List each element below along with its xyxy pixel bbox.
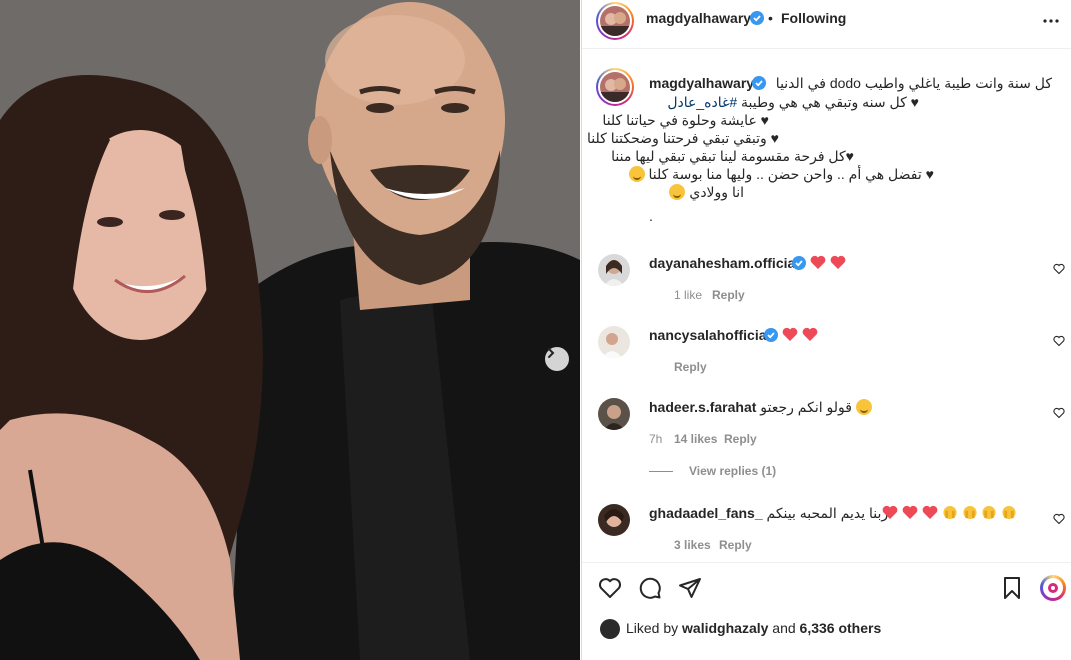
avatar[interactable]: [598, 504, 630, 536]
red-heart-icon: [830, 255, 846, 269]
post-username[interactable]: magdyalhawary: [646, 10, 751, 26]
story-circle-icon: [1048, 583, 1058, 593]
bookmark-icon[interactable]: [1000, 576, 1024, 600]
caption-line-2: ♥ كل سنه وتبقي هي هي وطيبة #غاده_عادل: [649, 94, 919, 111]
caption-line-4: ♥ وتبقي تبقي فرحتنا وضحكتنا كلنا: [587, 130, 779, 146]
comment-time[interactable]: 7h: [649, 432, 662, 446]
separator-dot: •: [768, 10, 773, 26]
liker-username[interactable]: walidghazaly: [682, 620, 768, 636]
post-action-bar: [582, 562, 1071, 610]
story-share-button[interactable]: [1040, 575, 1066, 601]
comment-text: قولو انكم رجعتو: [760, 399, 852, 415]
smiling-face-emoji-icon: [669, 184, 686, 200]
heart-outline-icon[interactable]: [1053, 335, 1065, 347]
comment-username[interactable]: hadeer.s.farahat: [649, 399, 756, 415]
red-heart-icon: [922, 505, 938, 519]
heart-outline-icon[interactable]: [1053, 407, 1065, 419]
avatar[interactable]: [598, 398, 630, 430]
more-horizontal-icon[interactable]: [1042, 12, 1060, 30]
paper-plane-icon[interactable]: [678, 576, 702, 600]
likes-prefix: Liked by: [626, 620, 679, 636]
avatar: [600, 72, 630, 102]
hands-over-face-emoji-icon: [1002, 505, 1016, 520]
verified-badge-icon: [752, 76, 766, 90]
comment-likes[interactable]: 14 likes: [674, 432, 717, 446]
reply-button[interactable]: Reply: [719, 538, 752, 552]
post-header: magdyalhawary • Following: [582, 0, 1071, 49]
next-photo-button[interactable]: [545, 347, 569, 371]
emoji-group: [882, 505, 1017, 521]
heart-outline-icon[interactable]: [1053, 263, 1065, 275]
red-heart-icon: [802, 327, 818, 341]
caption-line-2-text: ♥ كل سنه وتبقي هي هي وطيبة: [741, 94, 919, 110]
reply-button[interactable]: Reply: [724, 432, 757, 446]
caption-username[interactable]: magdyalhawary: [649, 75, 754, 91]
smiling-face-emoji-icon: [628, 166, 645, 182]
reply-button[interactable]: Reply: [712, 288, 745, 302]
reply-button[interactable]: Reply: [674, 360, 707, 374]
verified-badge-icon: [764, 328, 778, 342]
red-heart-icon: [902, 505, 918, 519]
red-heart-icon: [782, 327, 798, 341]
comment-username[interactable]: ghadaadel_fans_: [649, 505, 763, 521]
comment-username[interactable]: dayanahesham.official: [649, 255, 799, 271]
caption-story-ring[interactable]: [596, 68, 634, 106]
hands-over-face-emoji-icon: [963, 505, 977, 520]
comment-likes[interactable]: 1 like: [674, 288, 702, 302]
post-image-illustration: [0, 0, 580, 660]
chevron-right-icon: [548, 348, 555, 358]
avatar[interactable]: [598, 326, 630, 358]
likes-count[interactable]: 6,336 others: [800, 620, 882, 636]
hands-over-face-emoji-icon: [982, 505, 997, 520]
likes-summary: Liked by walidghazaly and 6,336 others: [626, 620, 881, 636]
hands-over-face-emoji-icon: [943, 505, 957, 520]
verified-badge-icon: [792, 256, 806, 270]
caption-line-5: ♥كل فرحة مقسومة لينا تبقي تبقي ليها مننا: [611, 148, 854, 164]
avatar[interactable]: [598, 254, 630, 286]
comment-username[interactable]: nancysalahofficial: [649, 327, 770, 343]
heart-emojis: [782, 327, 818, 343]
post-photo[interactable]: [0, 0, 580, 660]
caption-line-6-text: ♥ تفضل هي أم .. واحن حضن .. وليها منا بو…: [648, 166, 934, 182]
view-replies-button[interactable]: View replies (1): [649, 464, 776, 478]
comment-text: ربنا يديم المحبه بينكم: [766, 505, 889, 521]
caption-line-1: كل سنة وانت طيبة ياغلي واطيب dodo في الد…: [775, 75, 1052, 91]
caption-line-3: ♥ عايشة وحلوة في حياتنا كلنا: [602, 112, 769, 128]
liker-avatar[interactable]: [600, 619, 620, 639]
hashtag-link[interactable]: #غاده_عادل: [667, 94, 737, 110]
following-button[interactable]: Following: [781, 10, 846, 26]
heart-outline-icon[interactable]: [598, 576, 622, 600]
caption-line-7: انا وولادي: [649, 184, 744, 201]
heart-outline-icon[interactable]: [1053, 513, 1065, 525]
astonished-face-emoji-icon: [855, 399, 872, 415]
avatar: [600, 6, 630, 36]
post-side-panel: magdyalhawary • Following magdyalhawary …: [581, 0, 1071, 660]
story-ring[interactable]: [596, 2, 634, 40]
comment-likes[interactable]: 3 likes: [674, 538, 711, 552]
caption-line-8: .: [649, 208, 653, 224]
caption-line-7-text: انا وولادي: [689, 184, 744, 200]
comment-bubble-icon[interactable]: [638, 576, 662, 600]
comment-body: ghadaadel_fans_ ربنا يديم المحبه بينكم: [649, 505, 888, 522]
likes-and: and: [772, 620, 796, 636]
red-heart-icon: [882, 505, 898, 519]
heart-emojis: [810, 255, 846, 271]
caption-line-6: ♥ تفضل هي أم .. واحن حضن .. وليها منا بو…: [628, 166, 934, 183]
verified-badge-icon: [750, 11, 764, 25]
red-heart-icon: [810, 255, 826, 269]
comment-body: hadeer.s.farahat قولو انكم رجعتو: [649, 399, 872, 416]
